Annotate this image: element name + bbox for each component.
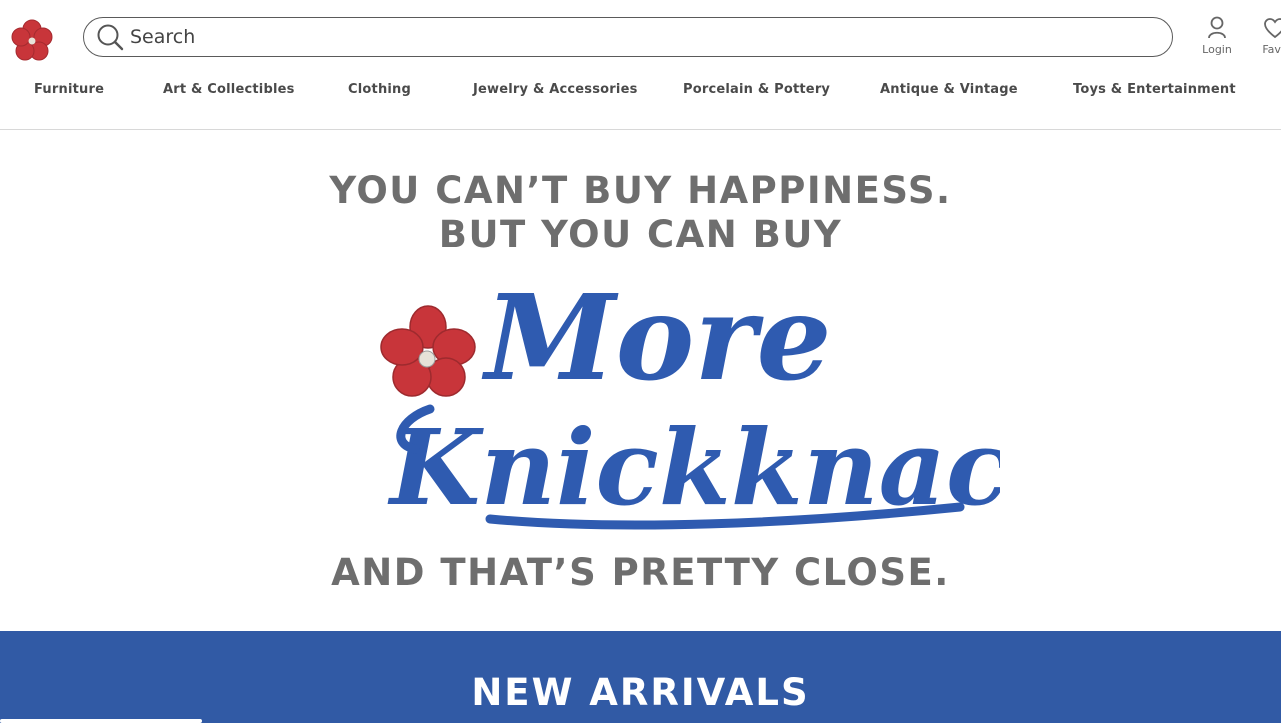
nav-item-toys-entertainment[interactable]: Toys & Entertainment <box>1073 82 1236 97</box>
flower-logo-icon[interactable] <box>8 17 56 65</box>
login-label: Login <box>1202 43 1232 56</box>
search-bar[interactable] <box>83 17 1173 57</box>
hero-line-3: AND THAT’S PRETTY CLOSE. <box>331 551 950 594</box>
category-nav: Furniture Art & Collectibles Clothing Je… <box>0 82 1281 104</box>
heart-icon <box>1264 18 1281 39</box>
hero-line-2: BUT YOU CAN BUY <box>438 213 843 256</box>
search-input[interactable] <box>130 26 1130 48</box>
hero-line-1: YOU CAN’T BUY HAPPINESS. <box>329 169 952 212</box>
new-arrivals-section: NEW ARRIVALS <box>0 631 1281 723</box>
search-icon[interactable] <box>96 23 124 51</box>
favorites-link[interactable]: Favo <box>1255 16 1281 56</box>
new-arrivals-title: NEW ARRIVALS <box>471 671 810 714</box>
site-header: Login Favo Furniture Art & Collectibles … <box>0 0 1281 130</box>
nav-item-art-collectibles[interactable]: Art & Collectibles <box>163 82 295 97</box>
favorites-label: Favo <box>1262 43 1281 56</box>
nav-item-jewelry-accessories[interactable]: Jewelry & Accessories <box>473 82 638 97</box>
nav-item-antique-vintage[interactable]: Antique & Vintage <box>880 82 1018 97</box>
nav-item-clothing[interactable]: Clothing <box>348 82 411 97</box>
script-more: More <box>481 269 832 407</box>
user-icon <box>1208 16 1226 39</box>
band-bottom-strip <box>0 719 202 723</box>
more-knickknacks-logo: More Knickknacks <box>380 269 1000 530</box>
hero-banner[interactable]: YOU CAN’T BUY HAPPINESS. BUT YOU CAN BUY… <box>0 131 1281 631</box>
login-link[interactable]: Login <box>1198 16 1236 56</box>
nav-item-porcelain-pottery[interactable]: Porcelain & Pottery <box>683 82 830 97</box>
nav-item-furniture[interactable]: Furniture <box>34 82 104 97</box>
hero-flower-icon <box>380 305 476 397</box>
